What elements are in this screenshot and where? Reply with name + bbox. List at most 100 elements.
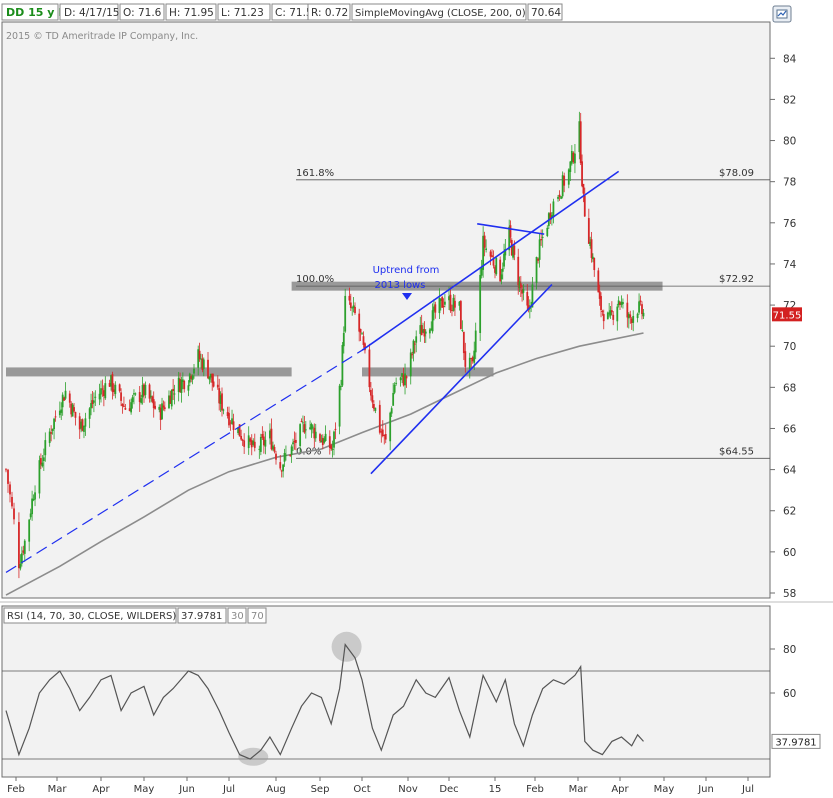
candle-body [13,508,15,520]
candle-body [354,306,356,314]
candle-body [340,385,342,387]
price-tick-label: 64 [783,465,797,477]
candle-body [83,425,85,432]
candle-body [202,359,205,369]
candle-body [602,314,605,322]
candle-body [111,374,114,392]
candle-body [198,350,201,360]
candle-body [583,195,586,217]
price-panel-background [1,21,771,599]
candle-body [503,253,505,267]
candle-body [253,441,256,448]
candle-body [273,447,276,452]
low-label: L: 71.23 [221,7,264,19]
chart-canvas[interactable]: DD 15 y D D: 4/17/15 O: 71.6 H: 71.95 L:… [0,0,833,798]
candle-body [187,385,190,391]
time-tick-label: Dec [439,784,458,795]
candle-body [64,390,67,399]
candle-body [134,393,137,395]
candle-body [431,310,434,332]
candle-body [359,328,362,333]
candle-body [393,384,396,393]
candle-body [211,373,214,383]
study-label: SimpleMovingAvg (CLOSE, 200, 0) [355,8,526,19]
candle-body [572,152,575,162]
candle-body [222,409,225,411]
candle-body [50,432,53,434]
candle-body [537,258,539,261]
candle-body [19,564,22,569]
candle-body [289,454,292,456]
candle-body [302,422,304,424]
candle-body [23,540,26,554]
candle-body [42,457,45,462]
chart-settings-icon[interactable] [772,5,792,23]
candle-body [519,283,522,288]
candle-body [38,460,41,494]
candle-body [207,359,209,379]
candle-body [283,453,286,462]
candle-body [374,407,377,411]
candle-body [11,497,13,507]
candle-body [9,484,11,495]
candle-body [541,236,544,238]
candle-body [522,289,525,293]
open-label: O: 71.6 [123,7,162,19]
candle-body [424,331,427,334]
candle-body [101,388,104,390]
candle-body [509,225,512,238]
candle-body [392,392,395,406]
candle-body [464,351,467,367]
candle-body [574,153,576,164]
candle-body [495,257,498,275]
price-tick-label: 58 [783,588,796,600]
rsi-tick-label: 60 [783,688,796,700]
candle-body [629,314,632,318]
candle-body [53,418,55,430]
candle-body [31,498,34,515]
candle-body [131,397,134,403]
candle-body [552,201,555,218]
candle-body [312,426,314,428]
candle-body [73,407,75,412]
time-tick-label: Nov [398,784,418,795]
candle-body [567,169,570,185]
candle-body [587,218,590,244]
candle-body [84,418,87,427]
candle-body [44,440,47,456]
candle-body [500,274,503,280]
candle-body [597,270,600,293]
candle-body [412,340,415,354]
study-value-label: 70.64 [531,7,561,19]
candle-body [639,300,642,302]
candle-body [415,336,418,343]
candle-body [569,161,572,172]
candle-body [68,393,71,403]
price-tick-label: 68 [783,382,796,394]
candle-body [282,464,284,472]
candle-body [172,388,175,392]
candle-body [557,196,559,199]
candle-body [170,389,173,407]
candle-body [344,295,347,332]
candle-body [459,301,462,329]
rsi-title: RSI (14, 70, 30, CLOSE, WILDERS) [7,611,176,622]
candle-body [212,381,215,387]
candle-body [389,412,392,442]
candle-body [259,437,262,452]
candle-body [121,403,124,407]
price-tick-label: 62 [783,506,796,518]
candle-body [232,421,235,430]
candle-body [560,196,563,199]
candle-body [193,368,195,374]
candle-body [183,380,186,390]
candle-body [349,302,352,308]
time-tick-label: 15 [489,784,502,795]
date-label: D: 4/17/15 [64,7,119,19]
candle-body [526,292,529,306]
candle-body [540,238,543,241]
candle-body [358,313,361,332]
candle-body [191,375,194,380]
candle-body [275,453,277,460]
candle-body [154,405,156,409]
